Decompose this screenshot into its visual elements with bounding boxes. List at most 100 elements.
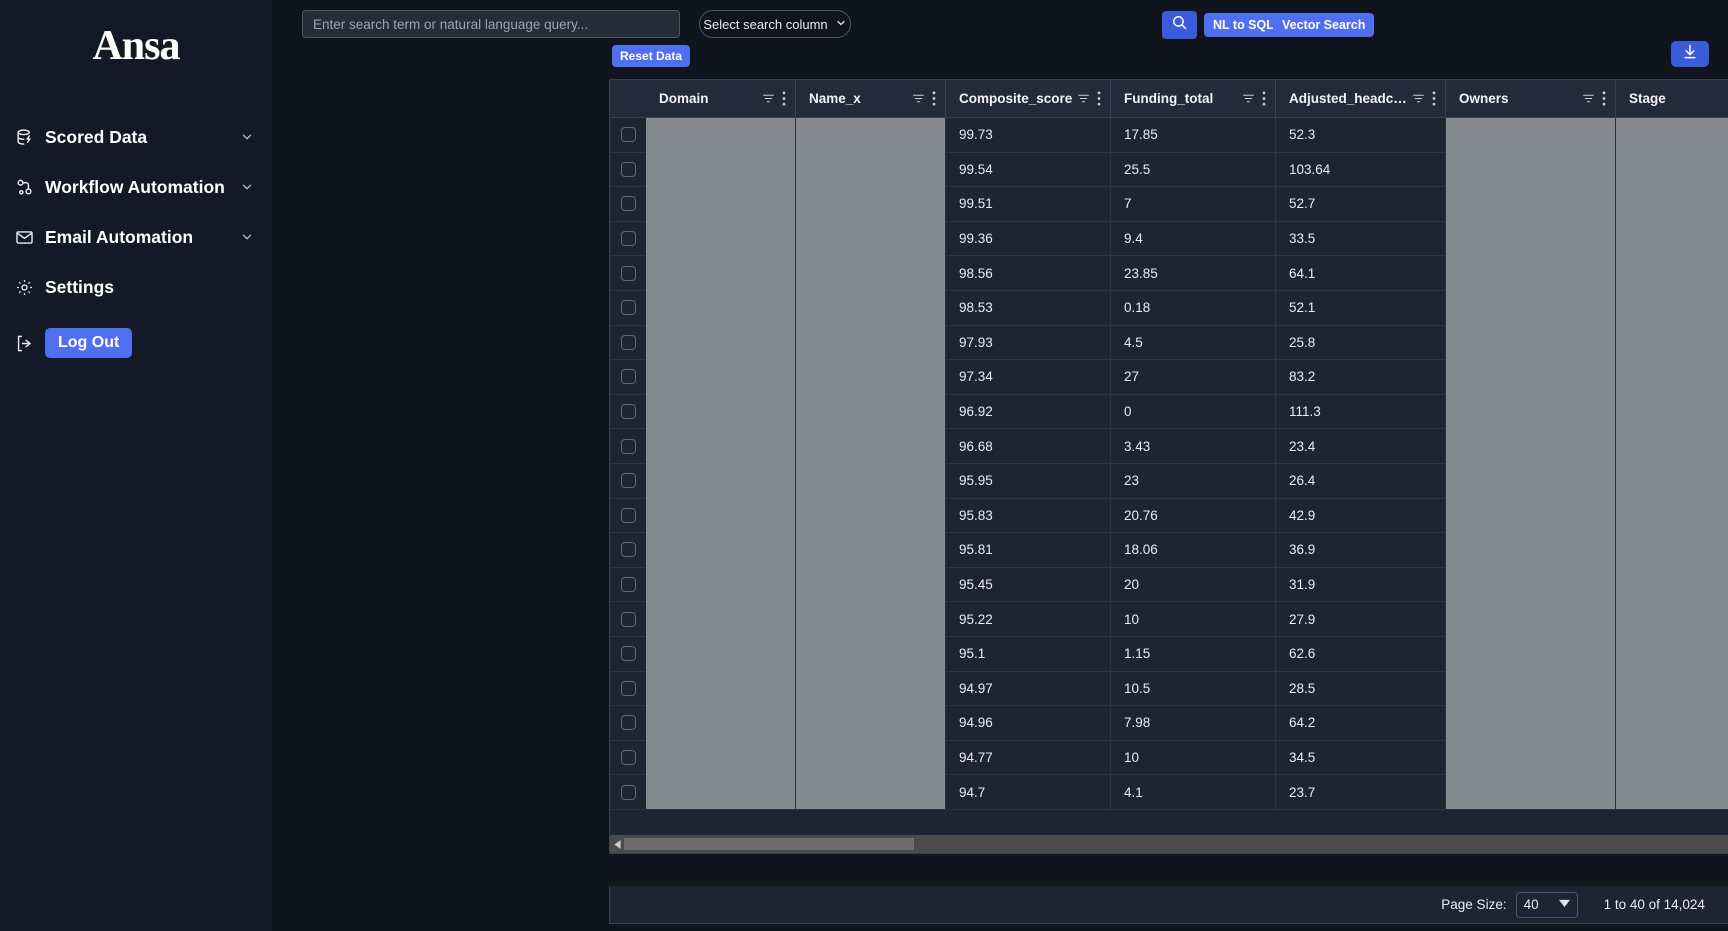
row-checkbox[interactable] xyxy=(621,266,636,281)
table-row[interactable]: 94.771034.5Tracking xyxy=(610,741,1728,776)
table-row[interactable]: 95.8118.0636.9New xyxy=(610,533,1728,568)
row-checkbox[interactable] xyxy=(621,162,636,177)
sidebar-item-email-automation[interactable]: Email Automation xyxy=(0,212,272,262)
sidebar-item-settings[interactable]: Settings xyxy=(0,262,272,312)
row-checkbox[interactable] xyxy=(621,612,636,627)
page-size-select[interactable]: 40 xyxy=(1516,892,1578,918)
column-menu-icon[interactable] xyxy=(1432,91,1436,106)
table-row[interactable]: 99.7317.8552.3New xyxy=(610,118,1728,153)
reset-data-button[interactable]: Reset Data xyxy=(612,45,690,67)
row-checkbox-cell[interactable] xyxy=(610,256,646,291)
filter-icon[interactable] xyxy=(1077,92,1090,105)
row-checkbox[interactable] xyxy=(621,300,636,315)
row-checkbox[interactable] xyxy=(621,785,636,800)
row-checkbox-cell[interactable] xyxy=(610,602,646,637)
row-checkbox-cell[interactable] xyxy=(610,360,646,395)
column-menu-icon[interactable] xyxy=(1602,91,1606,106)
row-checkbox[interactable] xyxy=(621,577,636,592)
chevron-down-icon[interactable] xyxy=(240,230,254,244)
row-checkbox-cell[interactable] xyxy=(610,429,646,464)
column-menu-icon[interactable] xyxy=(932,91,936,106)
row-checkbox-cell[interactable] xyxy=(610,671,646,706)
scroll-left-icon[interactable] xyxy=(610,835,624,853)
row-checkbox-cell[interactable] xyxy=(610,533,646,568)
search-button[interactable] xyxy=(1162,11,1197,39)
row-checkbox-cell[interactable] xyxy=(610,187,646,222)
table-row[interactable]: 97.342783.2NaN xyxy=(610,360,1728,395)
horizontal-scrollbar-thumb[interactable] xyxy=(624,838,914,850)
table-row[interactable]: 94.967.9864.2NaN xyxy=(610,706,1728,741)
row-checkbox-cell[interactable] xyxy=(610,221,646,256)
row-checkbox-cell[interactable] xyxy=(610,325,646,360)
column-header-adjusted-headcount[interactable]: Adjusted_headco... xyxy=(1276,80,1446,118)
row-checkbox-cell[interactable] xyxy=(610,463,646,498)
row-checkbox-cell[interactable] xyxy=(610,706,646,741)
row-checkbox-cell[interactable] xyxy=(610,290,646,325)
filter-icon[interactable] xyxy=(1582,92,1595,105)
column-header-select-all[interactable] xyxy=(610,80,646,118)
row-checkbox[interactable] xyxy=(621,335,636,350)
row-checkbox[interactable] xyxy=(621,404,636,419)
table-row[interactable]: 95.952326.4New xyxy=(610,464,1728,499)
row-checkbox[interactable] xyxy=(621,542,636,557)
row-checkbox[interactable] xyxy=(621,715,636,730)
table-row[interactable]: 94.9710.528.5New xyxy=(610,672,1728,707)
table-row[interactable]: 94.74.123.7New xyxy=(610,775,1728,810)
row-checkbox[interactable] xyxy=(621,196,636,211)
search-column-select[interactable]: Select search column xyxy=(699,10,851,38)
horizontal-scrollbar[interactable] xyxy=(610,835,1728,853)
row-checkbox-cell[interactable] xyxy=(610,775,646,810)
filter-icon[interactable] xyxy=(1242,92,1255,105)
sidebar-item-workflow-automation[interactable]: Workflow Automation xyxy=(0,162,272,212)
chevron-down-icon[interactable] xyxy=(240,130,254,144)
row-checkbox[interactable] xyxy=(621,369,636,384)
sidebar-item-scored-data[interactable]: Scored Data xyxy=(0,112,272,162)
row-checkbox-cell[interactable] xyxy=(610,636,646,671)
logout-button[interactable]: Log Out xyxy=(45,328,132,358)
table-row[interactable]: 95.11.1562.6NaN xyxy=(610,637,1728,672)
column-header-stage[interactable]: Stage xyxy=(1616,80,1728,118)
column-header-name-x[interactable]: Name_x xyxy=(796,80,946,118)
cell-composite-score: 96.92 xyxy=(946,394,1111,429)
column-menu-icon[interactable] xyxy=(782,91,786,106)
table-row[interactable]: 95.8320.7642.9First Meet xyxy=(610,499,1728,534)
column-header-domain[interactable]: Domain xyxy=(646,80,796,118)
column-menu-icon[interactable] xyxy=(1097,91,1101,106)
filter-icon[interactable] xyxy=(762,92,775,105)
chevron-down-icon[interactable] xyxy=(240,180,254,194)
search-input[interactable] xyxy=(302,10,680,38)
row-checkbox[interactable] xyxy=(621,508,636,523)
vector-search-button[interactable]: Vector Search xyxy=(1273,13,1374,37)
row-checkbox[interactable] xyxy=(621,231,636,246)
filter-icon[interactable] xyxy=(1412,92,1425,105)
row-checkbox[interactable] xyxy=(621,473,636,488)
nl-to-sql-button[interactable]: NL to SQL xyxy=(1204,13,1283,37)
table-row[interactable]: 99.369.433.5NaN xyxy=(610,222,1728,257)
row-checkbox[interactable] xyxy=(621,681,636,696)
table-row[interactable]: 99.5425.5103.64New xyxy=(610,153,1728,188)
column-menu-icon[interactable] xyxy=(1262,91,1266,106)
row-checkbox-cell[interactable] xyxy=(610,394,646,429)
row-checkbox[interactable] xyxy=(621,646,636,661)
table-row[interactable]: 96.920111.3New xyxy=(610,395,1728,430)
table-row[interactable]: 98.530.1852.1Reached O xyxy=(610,291,1728,326)
table-row[interactable]: 97.934.525.8Tracking xyxy=(610,326,1728,361)
row-checkbox-cell[interactable] xyxy=(610,567,646,602)
table-row[interactable]: 96.683.4323.4Tracking xyxy=(610,429,1728,464)
row-checkbox[interactable] xyxy=(621,439,636,454)
filter-icon[interactable] xyxy=(912,92,925,105)
column-header-owners[interactable]: Owners xyxy=(1446,80,1616,118)
row-checkbox-cell[interactable] xyxy=(610,498,646,533)
table-row[interactable]: 95.221027.9Reached O xyxy=(610,602,1728,637)
table-row[interactable]: 99.51752.7First Meet xyxy=(610,187,1728,222)
row-checkbox-cell[interactable] xyxy=(610,118,646,152)
row-checkbox[interactable] xyxy=(621,750,636,765)
column-header-funding-total[interactable]: Funding_total xyxy=(1111,80,1276,118)
download-button[interactable] xyxy=(1671,41,1709,67)
row-checkbox-cell[interactable] xyxy=(610,152,646,187)
row-checkbox-cell[interactable] xyxy=(610,740,646,775)
table-row[interactable]: 95.452031.9Dropped xyxy=(610,568,1728,603)
table-row[interactable]: 98.5623.8564.1Tracking xyxy=(610,256,1728,291)
column-header-composite-score[interactable]: Composite_score xyxy=(946,80,1111,118)
row-checkbox[interactable] xyxy=(621,127,636,142)
